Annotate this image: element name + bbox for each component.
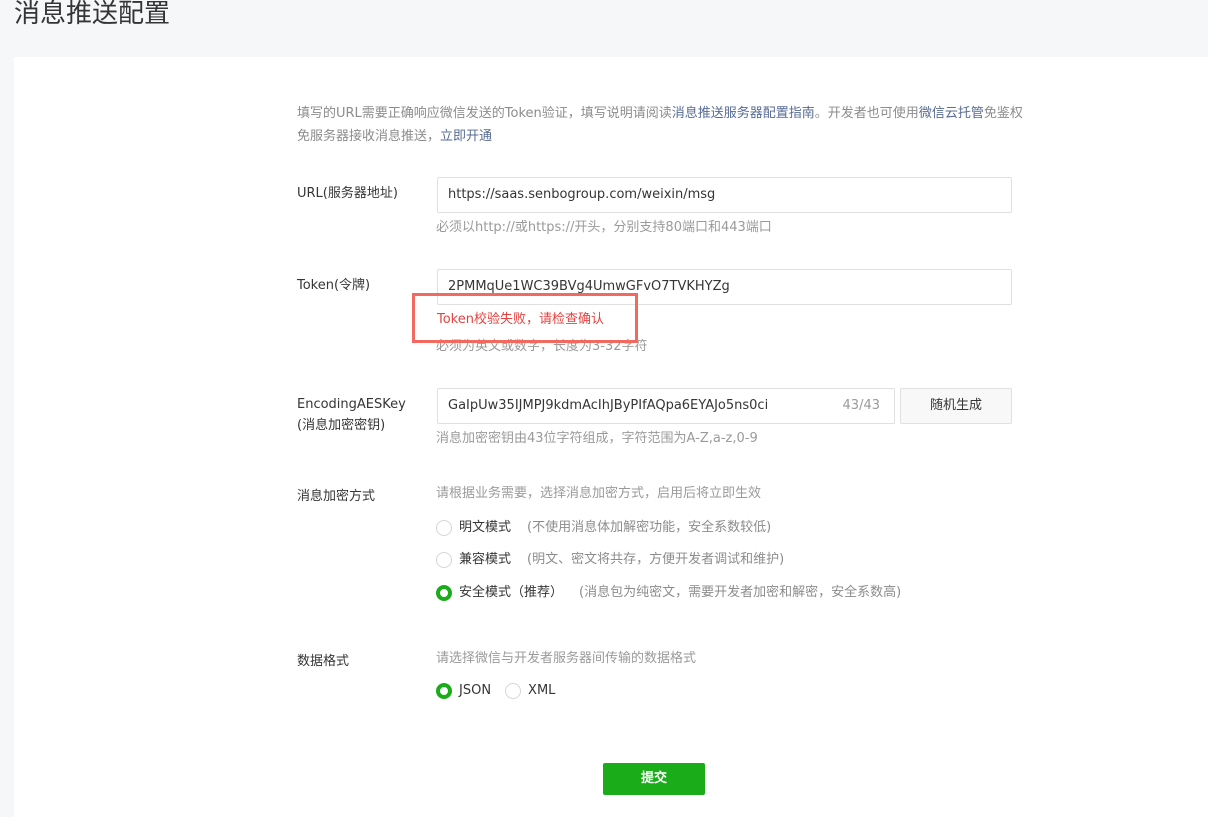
- error-highlight-box: [412, 293, 638, 343]
- aes-hint: 消息加密密钥由43位字符组成，字符范围为A-Z,a-z,0-9: [436, 431, 758, 446]
- radio-xml[interactable]: [505, 683, 522, 699]
- radio-secure[interactable]: [436, 585, 452, 601]
- intro-part1: 填写的URL需要正确响应微信发送的Token验证，填写说明请阅读: [297, 106, 672, 121]
- encrypt-option-plaintext[interactable]: 明文模式 (不使用消息体加解密功能，安全系数较低): [436, 518, 771, 538]
- xml-label[interactable]: XML: [528, 681, 555, 701]
- aes-key-counter: 43/43: [842, 398, 880, 413]
- option-label: 兼容模式: [459, 552, 512, 567]
- config-card: 填写的URL需要正确响应微信发送的Token验证，填写说明请阅读消息推送服务器配…: [14, 57, 1208, 817]
- radio-plaintext[interactable]: [436, 520, 452, 536]
- radio-json[interactable]: [436, 683, 452, 699]
- intro-text: 填写的URL需要正确响应微信发送的Token验证，填写说明请阅读消息推送服务器配…: [297, 102, 1027, 148]
- random-generate-button[interactable]: 随机生成: [900, 388, 1012, 424]
- activate-now-link[interactable]: 立即开通: [440, 129, 492, 144]
- option-desc: (明文、密文将共存，方便开发者调试和维护): [527, 552, 785, 567]
- cloud-hosting-link[interactable]: 微信云托管: [919, 106, 984, 121]
- encrypt-mode-hint: 请根据业务需要，选择消息加密方式，启用后将立即生效: [436, 486, 762, 501]
- data-format-hint: 请选择微信与开发者服务器间传输的数据格式: [436, 651, 697, 666]
- encrypt-mode-label: 消息加密方式: [297, 489, 376, 504]
- token-label: Token(令牌): [297, 278, 371, 293]
- data-format-options: JSON XML: [436, 681, 555, 701]
- url-hint: 必须以http://或https://开头，分别支持80端口和443端口: [436, 220, 772, 235]
- aes-label-line1: EncodingAESKey: [297, 397, 406, 412]
- data-format-label: 数据格式: [297, 654, 350, 669]
- encrypt-option-compatible[interactable]: 兼容模式 (明文、密文将共存，方便开发者调试和维护): [436, 550, 784, 570]
- config-guide-link[interactable]: 消息推送服务器配置指南: [672, 106, 815, 121]
- option-label: 明文模式: [459, 520, 512, 535]
- radio-compatible[interactable]: [436, 552, 452, 568]
- aes-key-input[interactable]: GaIpUw35IJMPJ9kdmAcIhJByPIfAQpa6EYAJo5ns…: [437, 388, 895, 424]
- option-desc: (消息包为纯密文，需要开发者加密和解密，安全系数高): [579, 585, 902, 600]
- encrypt-option-secure[interactable]: 安全模式（推荐） (消息包为纯密文，需要开发者加密和解密，安全系数高): [436, 583, 901, 603]
- page-title: 消息推送配置: [14, 0, 171, 29]
- json-label[interactable]: JSON: [459, 681, 491, 701]
- submit-button[interactable]: 提交: [603, 763, 705, 795]
- intro-part2: 。开发者也可使用: [814, 106, 919, 121]
- url-input[interactable]: https://saas.senbogroup.com/weixin/msg: [437, 177, 1012, 213]
- aes-label-line2: (消息加密密钥): [297, 418, 386, 433]
- option-desc: (不使用消息体加解密功能，安全系数较低): [527, 520, 772, 535]
- option-label: 安全模式（推荐）: [459, 585, 564, 600]
- url-label: URL(服务器地址): [297, 186, 398, 201]
- aes-key-value: GaIpUw35IJMPJ9kdmAcIhJByPIfAQpa6EYAJo5ns…: [448, 398, 769, 413]
